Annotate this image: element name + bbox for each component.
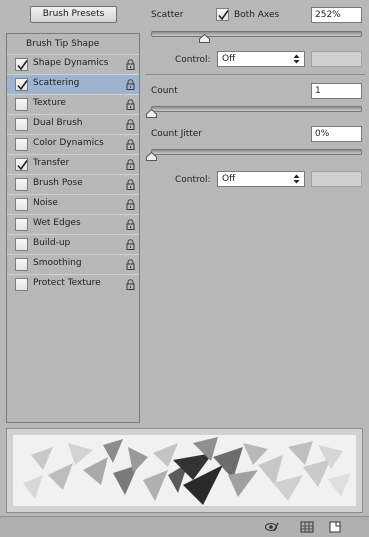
count-jitter-slider[interactable] (151, 149, 362, 155)
list-item-wet-edges[interactable]: Wet Edges (7, 214, 139, 234)
checkmark-icon (17, 80, 28, 91)
lock-icon[interactable] (126, 179, 135, 190)
lock-icon[interactable] (126, 59, 135, 70)
count-jitter-control-value: Off (222, 174, 236, 184)
checkmark-icon (218, 10, 229, 21)
lock-icon[interactable] (126, 79, 135, 90)
count-slider[interactable] (151, 106, 362, 112)
count-jitter-slider-thumb[interactable] (146, 152, 157, 161)
scatter-slider[interactable] (151, 31, 362, 37)
list-item-dual-brush[interactable]: Dual Brush (7, 114, 139, 134)
count-jitter-disabled-field (311, 171, 362, 187)
list-item-texture[interactable]: Texture (7, 94, 139, 114)
list-item-label: Wet Edges (33, 218, 81, 228)
list-item-label: Dual Brush (33, 118, 83, 128)
dual-brush-checkbox[interactable] (15, 118, 28, 131)
count-slider-thumb[interactable] (146, 109, 157, 118)
lock-icon[interactable] (126, 279, 135, 290)
eye-brush-icon[interactable] (265, 521, 279, 533)
list-item-brush-pose[interactable]: Brush Pose (7, 174, 139, 194)
divider (145, 74, 365, 75)
brush-pose-checkbox[interactable] (15, 178, 28, 191)
scatter-control-value: Off (222, 54, 236, 64)
scattered-shards-stroke (23, 437, 351, 505)
lock-icon[interactable] (126, 119, 135, 130)
scatter-label: Scatter (151, 10, 184, 20)
build-up-checkbox[interactable] (15, 238, 28, 251)
preview-canvas (13, 435, 356, 506)
list-item-protect-texture[interactable]: Protect Texture (7, 274, 139, 294)
checkmark-icon (17, 160, 28, 171)
lock-icon[interactable] (126, 239, 135, 250)
updown-arrows-icon (293, 174, 300, 184)
count-jitter-value-field[interactable]: 0% (311, 126, 362, 142)
brush-stroke-preview (6, 428, 363, 513)
list-item-label: Protect Texture (33, 278, 101, 288)
lock-icon[interactable] (126, 139, 135, 150)
lock-icon[interactable] (126, 219, 135, 230)
list-item-label: Brush Pose (33, 178, 83, 188)
scatter-jitter-field (311, 51, 362, 67)
scattering-checkbox[interactable] (15, 78, 28, 91)
list-item-label: Build-up (33, 238, 71, 248)
both-axes-checkbox[interactable] (216, 8, 229, 21)
noise-checkbox[interactable] (15, 198, 28, 211)
grid-icon[interactable] (300, 521, 314, 533)
lock-icon[interactable] (126, 159, 135, 170)
color-dynamics-checkbox[interactable] (15, 138, 28, 151)
brush-settings-list: Brush Tip Shape Shape Dynamics Scatterin… (6, 33, 140, 423)
count-jitter-label: Count Jitter (151, 129, 203, 139)
brush-tip-shape-item[interactable]: Brush Tip Shape (7, 34, 139, 54)
updown-arrows-icon (293, 54, 300, 64)
brush-presets-button[interactable]: Brush Presets (30, 6, 117, 23)
list-item-label: Smoothing (33, 258, 82, 268)
transfer-checkbox[interactable] (15, 158, 28, 171)
list-item-build-up[interactable]: Build-up (7, 234, 139, 254)
checkmark-icon (17, 60, 28, 71)
smoothing-checkbox[interactable] (15, 258, 28, 271)
lock-icon[interactable] (126, 99, 135, 110)
list-item-color-dynamics[interactable]: Color Dynamics (7, 134, 139, 154)
count-jitter-control-select[interactable]: Off (217, 171, 305, 187)
protect-texture-checkbox[interactable] (15, 278, 28, 291)
bottom-toolbar (0, 516, 369, 537)
list-item-noise[interactable]: Noise (7, 194, 139, 214)
count-jitter-control-label: Control: (175, 175, 211, 185)
list-item-label: Transfer (33, 158, 70, 168)
both-axes-label: Both Axes (234, 10, 280, 20)
texture-checkbox[interactable] (15, 98, 28, 111)
scatter-value-field[interactable]: 252% (311, 7, 362, 23)
list-item-label: Texture (33, 98, 66, 108)
list-item-transfer[interactable]: Transfer (7, 154, 139, 174)
count-label: Count (151, 86, 178, 96)
list-item-label: Color Dynamics (33, 138, 104, 148)
list-item-smoothing[interactable]: Smoothing (7, 254, 139, 274)
list-item-scattering[interactable]: Scattering (7, 74, 139, 94)
shape-dynamics-checkbox[interactable] (15, 58, 28, 71)
control-label: Control: (175, 55, 211, 65)
list-item-label: Scattering (33, 78, 80, 88)
new-preset-icon[interactable] (328, 521, 342, 533)
scatter-slider-thumb[interactable] (199, 34, 210, 43)
count-value-field[interactable]: 1 (311, 83, 362, 99)
list-item-label: Noise (33, 198, 58, 208)
scatter-control-select[interactable]: Off (217, 51, 305, 67)
wet-edges-checkbox[interactable] (15, 218, 28, 231)
list-item-shape-dynamics[interactable]: Shape Dynamics (7, 54, 139, 74)
lock-icon[interactable] (126, 259, 135, 270)
lock-icon[interactable] (126, 199, 135, 210)
list-item-label: Shape Dynamics (33, 58, 109, 68)
